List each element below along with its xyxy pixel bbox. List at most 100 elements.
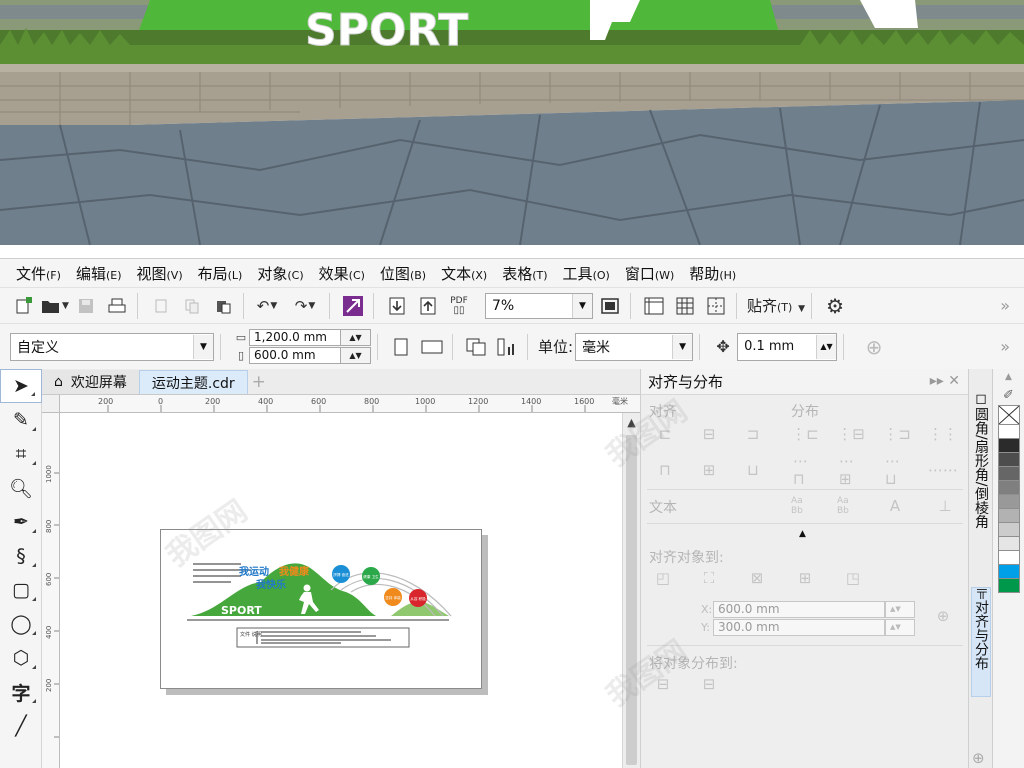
distribute-bottom-icon[interactable]: ⋯⊔ (885, 452, 909, 488)
menu-object[interactable]: 对象(C) (257, 263, 303, 284)
menu-help[interactable]: 帮助(H) (689, 263, 736, 284)
align-top-icon[interactable]: ⊓ (653, 459, 677, 481)
color-swatch[interactable] (998, 453, 1020, 467)
distribute-right-icon[interactable]: ⋮⊐ (883, 423, 911, 445)
show-grid-icon[interactable] (671, 292, 699, 320)
width-spinner[interactable]: ▲▼ (341, 329, 371, 346)
x-coordinate-field[interactable]: 600.0 mm (713, 601, 885, 618)
align-right-icon[interactable]: ⊐ (741, 423, 765, 445)
menu-bitmaps[interactable]: 位图(B) (380, 263, 426, 284)
align-center-v-icon[interactable]: ⊞ (697, 459, 721, 481)
x-spinner[interactable]: ▲▼ (885, 601, 915, 618)
no-color-swatch[interactable] (998, 405, 1020, 425)
ellipse-tool-icon[interactable]: ◯ (0, 607, 42, 641)
all-pages-icon[interactable] (462, 333, 490, 361)
align-to-page-center-icon[interactable]: ⊠ (745, 567, 769, 589)
distribute-spacing-v-icon[interactable]: ⋯⋯ (928, 459, 958, 481)
menu-layout[interactable]: 布局(L) (198, 263, 243, 284)
color-swatch[interactable] (998, 523, 1020, 537)
toolbar-overflow-icon[interactable]: » (1000, 296, 1010, 315)
current-page-icon[interactable] (493, 333, 521, 361)
search-content-icon[interactable] (339, 292, 367, 320)
document-page[interactable]: 我运动 我健康 我快乐 SPORT 拼搏 奋进 健康 卫生 坚持 体能 从容 积… (160, 529, 482, 689)
shape-tool-icon[interactable]: ✎ (0, 403, 42, 437)
import-icon[interactable] (383, 292, 411, 320)
add-point-icon[interactable]: ⊕ (931, 605, 955, 627)
copy-icon[interactable] (178, 292, 206, 320)
publish-pdf-icon[interactable]: PDF ▯▯ (445, 292, 473, 320)
export-icon[interactable] (414, 292, 442, 320)
color-swatch[interactable] (998, 565, 1020, 579)
height-spinner[interactable]: ▲▼ (341, 347, 371, 364)
color-swatch[interactable] (998, 537, 1020, 551)
text-bounding-box-icon[interactable]: A (883, 495, 907, 517)
redo-icon[interactable]: ↷ ▼ (291, 292, 319, 320)
menu-edit[interactable]: 编辑(E) (76, 263, 122, 284)
menu-view[interactable]: 视图(V) (137, 263, 183, 284)
add-docker-icon[interactable]: ⊕ (972, 749, 985, 767)
side-tab-align[interactable]: ⊫ 对齐与分布 (971, 587, 991, 697)
align-to-last-selected-icon[interactable]: ◰ (651, 567, 675, 589)
vertical-ruler[interactable]: 1000 800 600 400 200 (42, 413, 60, 768)
rectangle-tool-icon[interactable]: ▢ (0, 573, 42, 607)
zoom-level-select[interactable]: 7% ▼ (485, 292, 593, 319)
add-icon[interactable]: ⊕ (860, 333, 888, 361)
menu-table[interactable]: 表格(T) (502, 263, 547, 284)
scroll-thumb[interactable] (626, 435, 637, 765)
canvas-vertical-scrollbar[interactable]: ▲ (622, 413, 640, 768)
align-center-h-icon[interactable]: ⊟ (697, 423, 721, 445)
docker-controls-icon[interactable]: ▸▸ ✕ (930, 373, 960, 389)
color-swatch[interactable] (998, 579, 1020, 593)
text-align-first-baseline-icon[interactable]: Aa Bb (791, 495, 815, 517)
menu-file[interactable]: 文件(F) (16, 263, 61, 284)
color-swatch[interactable] (998, 495, 1020, 509)
align-bottom-icon[interactable]: ⊔ (741, 459, 765, 481)
snap-to-button[interactable]: 贴齐(T) ▼ (747, 295, 805, 316)
cut-icon[interactable] (147, 292, 175, 320)
menu-effects[interactable]: 效果(C) (319, 263, 365, 284)
distribute-spacing-h-icon[interactable]: ⋮⋮ (928, 423, 958, 445)
ruler-origin[interactable] (42, 395, 60, 413)
crop-tool-icon[interactable]: ⌗ (0, 437, 42, 471)
horizontal-ruler[interactable]: 200 0 200 400 600 800 1000 1200 1400 160… (42, 395, 640, 413)
menu-tools[interactable]: 工具(O) (563, 263, 610, 284)
drawing-canvas[interactable]: 我运动 我健康 我快乐 SPORT 拼搏 奋进 健康 卫生 坚持 体能 从容 积… (60, 413, 622, 768)
text-tool-icon[interactable]: 字 (0, 675, 42, 709)
menu-window[interactable]: 窗口(W) (625, 263, 674, 284)
tab-document[interactable]: 运动主题.cdr (138, 370, 248, 394)
save-icon[interactable] (72, 292, 100, 320)
y-coordinate-field[interactable]: 300.0 mm (713, 619, 885, 636)
polygon-tool-icon[interactable]: ⬡ (0, 641, 42, 675)
tab-welcome-screen[interactable]: ⌂ 欢迎屏幕 (42, 370, 139, 394)
new-tab-icon[interactable]: + (248, 370, 270, 394)
color-swatch[interactable] (998, 425, 1020, 439)
new-document-icon[interactable] (10, 292, 38, 320)
align-to-grid-icon[interactable]: ⊞ (793, 567, 817, 589)
palette-scroll-up-icon[interactable]: ▲ (993, 369, 1024, 385)
pen-tool-icon[interactable]: ✒ (0, 505, 42, 539)
distribute-center-h-icon[interactable]: ⋮⊟ (837, 423, 865, 445)
page-preset-select[interactable]: 自定义 ▼ (10, 332, 214, 361)
page-width-field[interactable]: 1,200.0 mm (249, 329, 341, 346)
distribute-left-icon[interactable]: ⋮⊏ (791, 423, 819, 445)
align-left-icon[interactable]: ⊏ (653, 423, 677, 445)
distribute-top-icon[interactable]: ⋯⊓ (793, 452, 817, 488)
landscape-icon[interactable] (418, 333, 446, 361)
pick-tool-icon[interactable]: ➤ (0, 369, 42, 403)
align-to-point-icon[interactable]: ◳ (841, 567, 865, 589)
color-swatch[interactable] (998, 467, 1020, 481)
text-align-last-baseline-icon[interactable]: Aa Bb (837, 495, 861, 517)
undo-icon[interactable]: ↶ ▼ (253, 292, 281, 320)
color-swatch[interactable] (998, 439, 1020, 453)
align-to-page-edge-icon[interactable]: ⛶ (697, 567, 721, 589)
options-gear-icon[interactable]: ⚙ (821, 292, 849, 320)
show-guidelines-icon[interactable] (702, 292, 730, 320)
paste-icon[interactable] (209, 292, 237, 320)
units-select[interactable]: 毫米 ▼ (575, 332, 694, 361)
distribute-center-v-icon[interactable]: ⋯⊞ (839, 452, 863, 488)
color-swatch[interactable] (998, 551, 1020, 565)
page-height-field[interactable]: 600.0 mm (249, 347, 341, 364)
side-tab-fillet[interactable]: ◻ 圆角/扇形角/倒棱角 (971, 391, 991, 571)
line-tool-icon[interactable]: ╱ (0, 709, 42, 743)
toolbar-overflow-icon[interactable]: » (1000, 337, 1010, 356)
